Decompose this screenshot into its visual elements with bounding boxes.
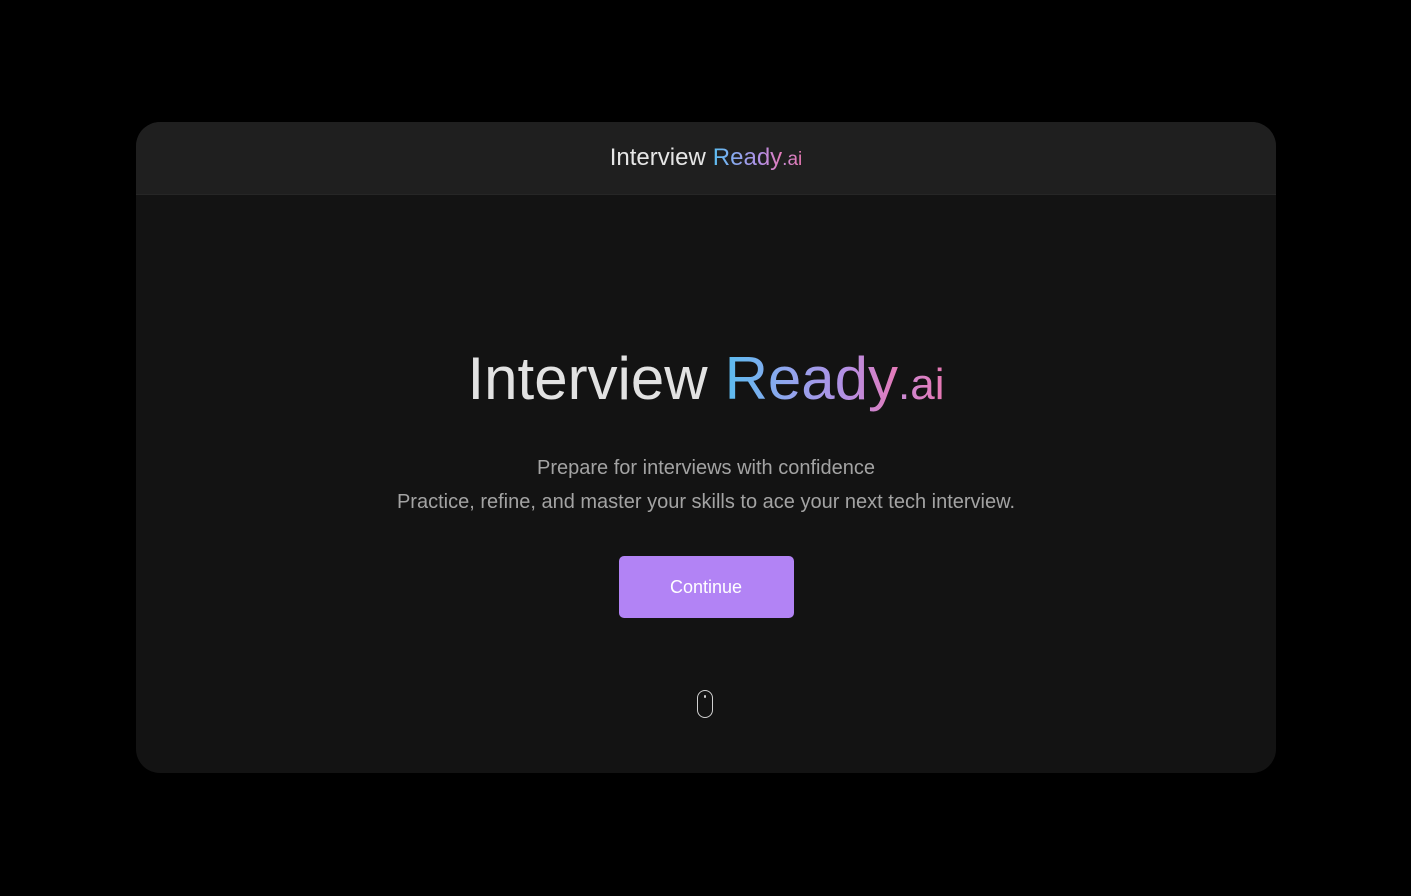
hero-title: Interview Ready .ai <box>467 344 944 413</box>
hero-tagline: Prepare for interviews with confidence P… <box>397 451 1015 519</box>
mouse-wheel <box>703 695 706 698</box>
header-logo[interactable]: Interview Ready .ai <box>610 144 803 172</box>
header-logo-suffix: .ai <box>782 149 803 170</box>
hero-section: Interview Ready .ai Prepare for intervie… <box>136 344 1276 618</box>
tagline-line-2: Practice, refine, and master your skills… <box>396 491 1016 513</box>
continue-button[interactable]: Continue <box>618 556 794 618</box>
top-header: Interview Ready .ai <box>136 122 1276 195</box>
header-logo-word-interview: Interview <box>609 144 706 171</box>
hero-title-word-ready: Ready <box>724 345 899 412</box>
hero-title-word-interview: Interview <box>467 345 708 412</box>
landing-card: Interview Ready .ai Interview Ready .ai … <box>136 122 1276 773</box>
header-logo-word-ready: Ready <box>712 144 783 171</box>
tagline-line-1: Prepare for interviews with confidence <box>537 457 875 479</box>
hero-title-suffix: .ai <box>898 360 945 409</box>
mouse-scroll-icon[interactable] <box>697 690 713 718</box>
